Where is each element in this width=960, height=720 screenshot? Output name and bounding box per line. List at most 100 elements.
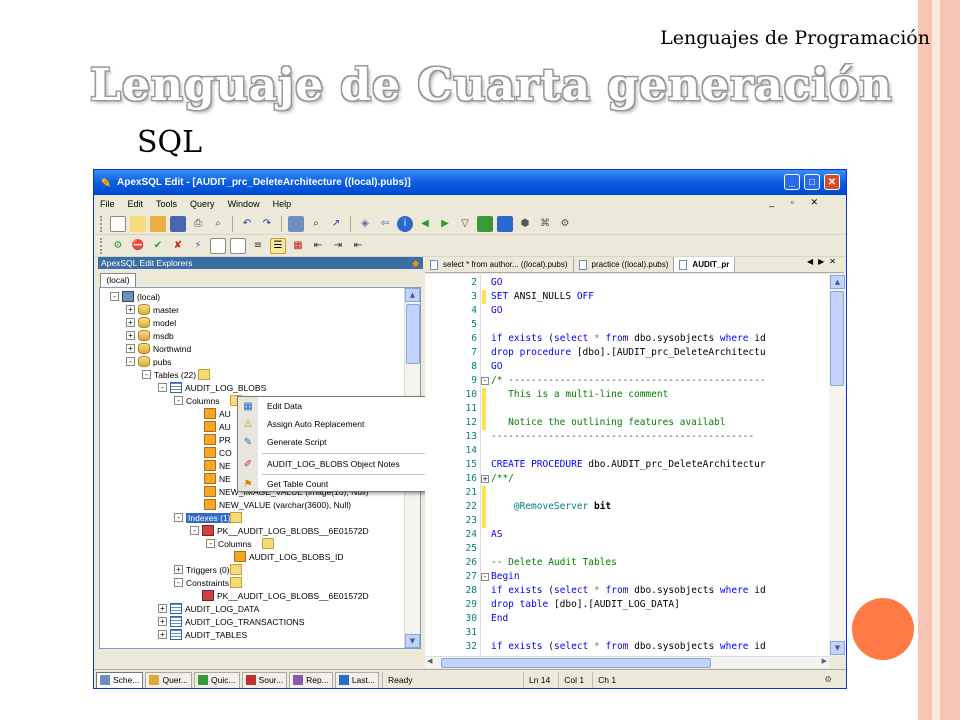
back-arrow-icon[interactable]: ⇦ [377,216,393,232]
expander-icon[interactable]: + [158,630,167,639]
title-bar[interactable]: ✎ ApexSQL Edit - [AUDIT_prc_DeleteArchit… [94,170,846,195]
bottom-tab-query[interactable]: Quer... [145,671,192,688]
tree-node[interactable]: + master [126,303,179,316]
tree-node[interactable]: CO [192,446,232,459]
tree-node[interactable]: + model [126,316,176,329]
toolbar-grip[interactable] [100,237,103,254]
tree-node[interactable]: + AUDIT_TABLES [158,628,247,641]
expander-icon[interactable]: - [158,383,167,392]
tree-node[interactable]: PK__AUDIT_LOG_BLOBS__6E01572D [190,589,369,602]
menu-item-object-notes[interactable]: ✐ AUDIT_LOG_BLOBS Object Notes [238,455,439,473]
print-icon[interactable]: ⎙ [190,216,206,232]
menu-item-assign-auto-replacement[interactable]: ⚠ Assign Auto Replacement [238,415,439,433]
scroll-down-icon[interactable]: ▼ [405,634,420,648]
redo-icon[interactable]: ↷ [259,216,275,232]
scroll-thumb[interactable] [830,291,844,386]
info-icon[interactable]: i [397,215,413,232]
maximize-button[interactable]: □ [804,174,820,190]
list-icon[interactable]: ☰ [270,237,286,254]
tree-node[interactable]: - Indexes (1) [174,511,242,524]
tree-node[interactable]: AU [192,420,231,433]
scroll-thumb[interactable] [441,658,711,668]
tab-practice[interactable]: practice ((local).pubs) [574,257,675,272]
bottom-tab-quick[interactable]: Quic... [193,671,240,688]
expander-icon[interactable]: - [174,578,183,587]
outdent-icon[interactable]: ⇤ [350,238,366,254]
bottom-tab-source[interactable]: Sour... [241,671,288,688]
tree-node[interactable]: - PK__AUDIT_LOG_BLOBS__6E01572D [190,524,369,537]
tree-node[interactable]: - Constraints (1) [174,576,242,589]
open-icon[interactable] [150,215,166,232]
menu-item-get-table-count[interactable]: ⚑ Get Table Count [238,475,439,493]
tree-node[interactable]: - Columns [174,394,242,407]
explorer-tab-local[interactable]: (local) [100,273,136,287]
import-icon[interactable] [497,215,513,232]
tab-navigation-arrows[interactable]: ◀▶✕ [807,257,841,266]
comment-icon[interactable]: ⇤ [310,238,326,254]
preview-icon[interactable]: ⌕ [210,216,226,232]
expander-icon[interactable]: - [110,292,119,301]
bottom-tab-last[interactable]: Last... [334,671,379,688]
tree-node[interactable]: NE [192,472,231,485]
expander-icon[interactable]: - [174,513,183,522]
save-icon[interactable] [170,215,186,232]
results-icon[interactable] [210,237,226,254]
expander-icon[interactable]: + [158,604,167,613]
check-icon[interactable]: ✘ [170,238,186,254]
expander-icon[interactable]: - [206,539,215,548]
fold-toggle-icon[interactable]: - [481,377,489,385]
editor-vertical-scrollbar[interactable]: ▲ ▼ [829,274,846,656]
fold-toggle-icon[interactable]: - [481,573,489,581]
connect-icon[interactable]: ◀ [417,216,433,232]
menu-query[interactable]: Query [190,199,215,209]
close-button[interactable]: ✕ [824,174,840,190]
tree-node[interactable]: AUDIT_LOG_BLOBS_ID [222,550,343,563]
tree-node[interactable]: + AUDIT_LOG_DATA [158,602,259,615]
toolbar-grip[interactable] [100,215,103,232]
expander-icon[interactable]: + [126,344,135,353]
scroll-thumb[interactable] [406,304,420,364]
expander-icon[interactable]: + [126,318,135,327]
menu-tools[interactable]: Tools [156,199,177,209]
goto-icon[interactable]: ↗ [328,216,344,232]
stop-icon[interactable]: ⛔ [130,238,146,254]
tree-node[interactable]: NEW_VALUE (varchar(3600), Null) [192,498,351,511]
bottom-tab-reports[interactable]: Rep... [289,671,333,688]
mdi-controls[interactable]: _ ▫ ✕ [769,197,825,208]
menu-item-edit-data[interactable]: ▦ Edit Data [238,397,439,415]
code-editor[interactable]: 2 3 4 5 6 7 8 9 10 11 12 13 14 15 16 21 22 23 24 25 26 27 28 29… [425,274,829,656]
expander-icon[interactable]: - [142,370,151,379]
expander-icon[interactable]: - [174,396,183,405]
expander-icon[interactable]: - [126,357,135,366]
tree-node[interactable]: - pubs [126,355,171,368]
new-file-icon[interactable] [110,215,126,232]
scroll-left-icon[interactable]: ◀ [427,657,432,665]
tree-node[interactable]: + AUDIT_LOG_TRANSACTIONS [158,615,305,628]
scroll-up-icon[interactable]: ▲ [405,288,420,302]
scroll-right-icon[interactable]: ▶ [822,657,827,665]
fold-toggle-icon[interactable]: + [481,475,489,483]
tree-node[interactable]: PR [192,433,231,446]
indent-icon[interactable]: ⇥ [330,238,346,254]
tab-audit-prc[interactable]: AUDIT_pr [674,257,736,272]
expander-icon[interactable]: + [126,305,135,314]
minimize-button[interactable]: _ [784,174,800,190]
tree-node[interactable]: + msdb [126,329,174,342]
tree-node[interactable]: - AUDIT_LOG_BLOBS [158,381,266,394]
find-icon[interactable]: ⌕ [308,216,324,232]
package-icon[interactable]: ⬢ [517,216,533,232]
expander-icon[interactable]: + [174,565,183,574]
open-folder-icon[interactable] [130,215,146,232]
tree-node[interactable]: - Columns [206,537,274,550]
hierarchy-icon[interactable]: ⌘ [537,216,553,232]
debug-icon[interactable]: ◈ [357,216,373,232]
tree-node[interactable]: AU [192,407,231,420]
scroll-down-icon[interactable]: ▼ [830,641,845,655]
menu-edit[interactable]: Edit [128,199,144,209]
grid-results-icon[interactable]: ▦ [290,238,306,254]
copy-icon[interactable] [288,215,304,232]
menu-file[interactable]: File [100,199,115,209]
menu-help[interactable]: Help [273,199,292,209]
scroll-up-icon[interactable]: ▲ [830,275,845,289]
execute-icon[interactable]: ⚡ [190,238,206,254]
